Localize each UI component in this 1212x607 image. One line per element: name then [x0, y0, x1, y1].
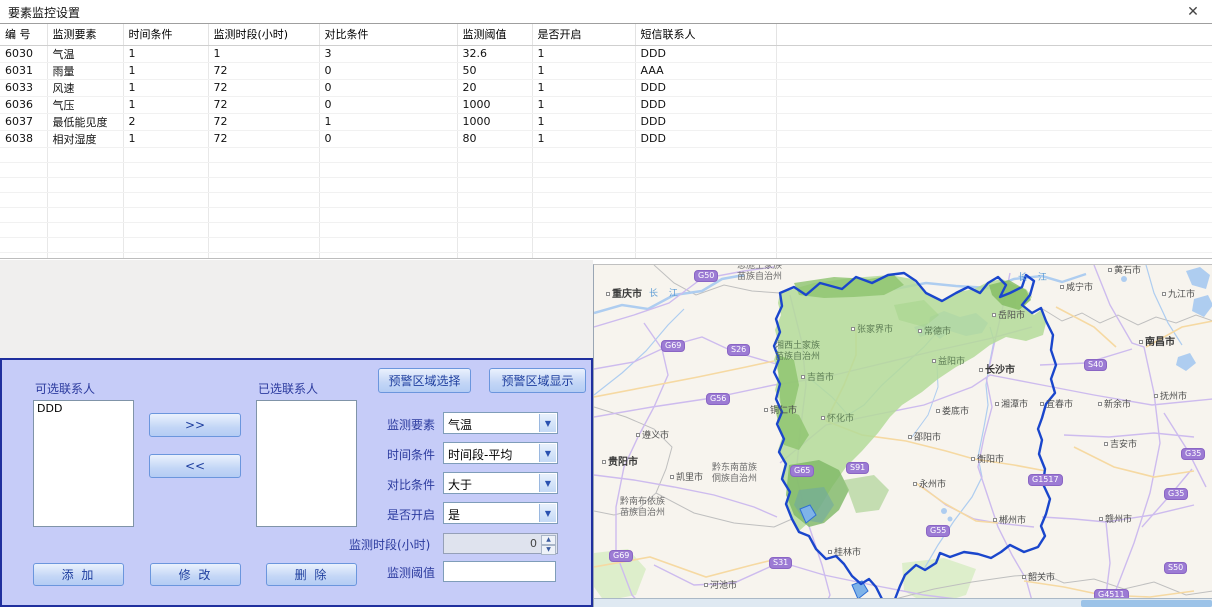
- close-icon[interactable]: ✕: [1184, 3, 1202, 21]
- chevron-down-icon[interactable]: ▼: [539, 504, 556, 522]
- modify-button[interactable]: 修 改: [150, 563, 241, 586]
- move-right-button[interactable]: >>: [149, 413, 241, 437]
- table-empty-row: [0, 222, 1212, 237]
- chevron-down-icon[interactable]: ▼: [539, 474, 556, 492]
- compare-condition-combo[interactable]: 大于 ▼: [443, 472, 558, 494]
- table-row[interactable]: 6038相对湿度1720801DDD: [0, 130, 1212, 147]
- table-empty-row: [0, 162, 1212, 177]
- threshold-label: 监测阈值: [387, 564, 435, 581]
- title-bar: 要素监控设置 ✕: [0, 0, 1212, 23]
- list-item[interactable]: DDD: [34, 401, 133, 415]
- table-empty-row: [0, 177, 1212, 192]
- table-row[interactable]: 6031雨量1720501AAA: [0, 62, 1212, 79]
- table-row[interactable]: 6030气温11332.61DDD: [0, 45, 1212, 62]
- table-row[interactable]: 6037最低能见度272110001DDD: [0, 113, 1212, 130]
- column-header[interactable]: 监测要素: [47, 24, 123, 45]
- map-canvas[interactable]: 重庆市遵义市贵阳市凯里市黔东南苗族 侗族自治州黔南布依族 苗族自治州河池市桂林市…: [593, 264, 1212, 607]
- table-empty-row: [0, 252, 1212, 259]
- selected-contacts-list[interactable]: [256, 400, 357, 527]
- element-monitor-window: 要素监控设置 ✕ 编 号监测要素时间条件监测时段(小时)对比条件监测阈值是否开启…: [0, 0, 1212, 607]
- period-label: 监测时段(小时): [349, 536, 430, 553]
- spin-up-icon[interactable]: ▲: [541, 535, 556, 545]
- table-empty-row: [0, 207, 1212, 222]
- enabled-combo[interactable]: 是 ▼: [443, 502, 558, 524]
- chevron-down-icon[interactable]: ▼: [539, 444, 556, 462]
- compare-condition-label: 对比条件: [387, 476, 435, 493]
- available-contacts-list[interactable]: DDD: [33, 400, 134, 527]
- warning-area-select-button[interactable]: 预警区域选择: [378, 368, 471, 393]
- map-art: [594, 265, 1212, 607]
- spin-down-icon[interactable]: ▼: [541, 545, 556, 555]
- table-empty-row: [0, 147, 1212, 162]
- move-left-button[interactable]: <<: [149, 454, 241, 478]
- column-header[interactable]: 监测时段(小时): [208, 24, 319, 45]
- add-button[interactable]: 添 加: [33, 563, 124, 586]
- time-condition-value: 时间段-平均: [448, 446, 512, 463]
- element-label: 监测要素: [387, 416, 435, 433]
- table-empty-row: [0, 192, 1212, 207]
- settings-panel: 可选联系人 DDD 已选联系人 >> << 添 加 修 改 删 除 预警区域选择…: [0, 358, 593, 607]
- time-condition-combo[interactable]: 时间段-平均 ▼: [443, 442, 558, 464]
- table-row[interactable]: 6036气压172010001DDD: [0, 96, 1212, 113]
- compare-condition-value: 大于: [448, 476, 472, 493]
- column-header[interactable]: 编 号: [0, 24, 47, 45]
- chevron-down-icon[interactable]: ▼: [539, 414, 556, 432]
- threshold-input[interactable]: [443, 561, 556, 582]
- table-row[interactable]: 6033风速1720201DDD: [0, 79, 1212, 96]
- scrollbar-thumb[interactable]: [1081, 600, 1212, 607]
- element-value: 气温: [448, 416, 472, 433]
- delete-button[interactable]: 删 除: [266, 563, 357, 586]
- window-title: 要素监控设置: [8, 4, 80, 21]
- available-contacts-label: 可选联系人: [35, 380, 95, 397]
- table-empty-row: [0, 237, 1212, 252]
- enabled-value: 是: [448, 506, 460, 523]
- table-header-row[interactable]: 编 号监测要素时间条件监测时段(小时)对比条件监测阈值是否开启短信联系人: [0, 24, 1212, 45]
- time-condition-label: 时间条件: [387, 446, 435, 463]
- enabled-label: 是否开启: [387, 506, 435, 523]
- column-header[interactable]: 对比条件: [319, 24, 457, 45]
- warning-area-display-button[interactable]: 预警区域显示: [489, 368, 586, 393]
- period-value: 0: [530, 537, 537, 550]
- selected-contacts-label: 已选联系人: [258, 380, 318, 397]
- column-header[interactable]: 是否开启: [532, 24, 635, 45]
- column-header[interactable]: 时间条件: [123, 24, 208, 45]
- monitor-rules-table[interactable]: 编 号监测要素时间条件监测时段(小时)对比条件监测阈值是否开启短信联系人 603…: [0, 23, 1212, 259]
- element-combo[interactable]: 气温 ▼: [443, 412, 558, 434]
- column-header[interactable]: 短信联系人: [635, 24, 776, 45]
- map-horizontal-scrollbar[interactable]: [594, 598, 1212, 607]
- column-header[interactable]: 监测阈值: [457, 24, 532, 45]
- spacer-area: [0, 260, 593, 358]
- period-stepper[interactable]: 0 ▲▼: [443, 533, 558, 554]
